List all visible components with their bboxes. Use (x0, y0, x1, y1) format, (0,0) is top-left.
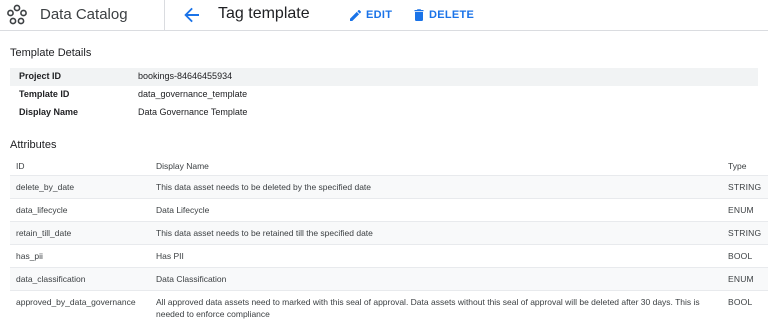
table-row[interactable]: has_pii Has PII BOOL (10, 244, 768, 267)
column-header-type[interactable]: Type (728, 161, 746, 171)
edit-button[interactable]: EDIT (350, 7, 392, 23)
attribute-display-name: All approved data assets need to marked … (156, 297, 700, 319)
attribute-display-name: This data asset needs to be retained til… (156, 228, 373, 238)
app-title: Data Catalog (40, 6, 128, 23)
detail-value: Data Governance Template (138, 107, 248, 117)
attribute-type: BOOL (728, 297, 753, 307)
table-header: ID Display Name Type (10, 157, 768, 175)
trash-icon (414, 9, 424, 21)
edit-label: EDIT (366, 9, 393, 21)
column-header-id[interactable]: ID (16, 161, 25, 171)
attribute-id: has_pii (16, 251, 43, 261)
attribute-id: data_lifecycle (16, 205, 68, 215)
detail-key: Template ID (19, 89, 70, 99)
page-title: Tag template (218, 5, 310, 22)
attribute-display-name: Data Lifecycle (156, 205, 210, 215)
attributes-table: ID Display Name Type delete_by_date This… (10, 157, 768, 324)
column-header-display-name[interactable]: Display Name (156, 161, 209, 171)
pencil-icon (350, 9, 361, 21)
attribute-type: STRING (728, 182, 762, 192)
attribute-display-name: This data asset needs to be deleted by t… (156, 182, 372, 192)
top-app-bar: Data Catalog Tag template EDIT DELETE (0, 0, 768, 31)
attribute-id: delete_by_date (16, 182, 75, 192)
attribute-type: ENUM (728, 205, 754, 215)
delete-label: DELETE (429, 9, 475, 21)
attribute-type: ENUM (728, 274, 754, 284)
attribute-display-name: Data Classification (156, 274, 227, 284)
table-row[interactable]: delete_by_date This data asset needs to … (10, 175, 768, 198)
attribute-type: STRING (728, 228, 762, 238)
detail-value: bookings-84646455934 (138, 71, 233, 81)
attribute-display-name: Has PII (156, 251, 184, 261)
table-row[interactable]: approved_by_data_governance All approved… (10, 290, 768, 324)
detail-row-template-id: Template ID data_governance_template (10, 86, 758, 104)
arrow-back-icon (184, 7, 199, 23)
table-row[interactable]: data_lifecycle Data Lifecycle ENUM (10, 198, 768, 221)
attribute-id: retain_till_date (16, 228, 72, 238)
attributes-title: Attributes (10, 139, 57, 151)
attribute-id: approved_by_data_governance (16, 297, 136, 307)
attribute-id: data_classification (16, 274, 86, 284)
detail-key: Project ID (19, 71, 62, 81)
delete-button[interactable]: DELETE (414, 7, 474, 23)
detail-key: Display Name (19, 107, 79, 117)
detail-row-project-id: Project ID bookings-84646455934 (10, 68, 758, 86)
header-divider (164, 0, 165, 31)
table-row[interactable]: data_classification Data Classification … (10, 267, 768, 290)
detail-value: data_governance_template (138, 89, 248, 99)
attribute-type: BOOL (728, 251, 753, 261)
data-catalog-logo-icon (7, 4, 27, 25)
detail-row-display-name: Display Name Data Governance Template (10, 104, 758, 122)
back-button[interactable] (181, 5, 203, 25)
table-row[interactable]: retain_till_date This data asset needs t… (10, 221, 768, 244)
template-details-title: Template Details (10, 47, 92, 59)
